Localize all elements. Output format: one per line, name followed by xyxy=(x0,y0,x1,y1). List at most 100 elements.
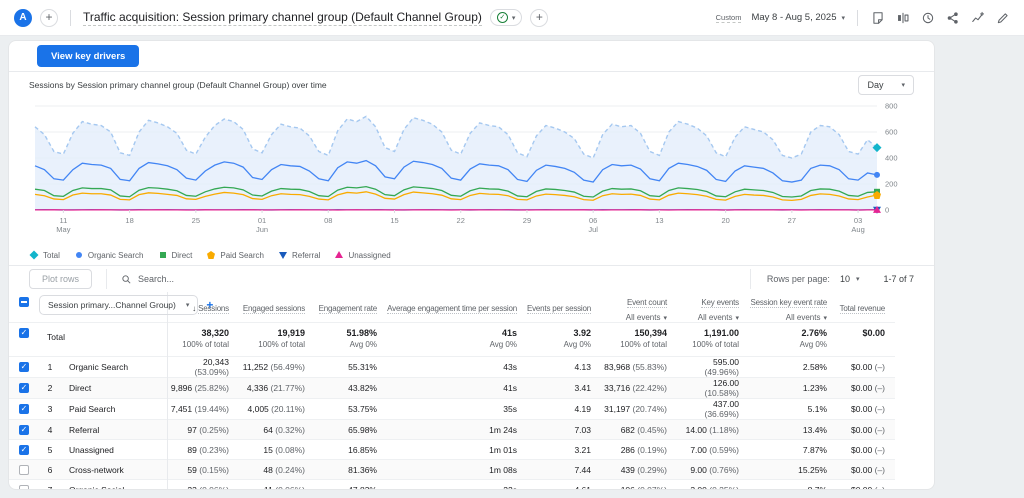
report-title[interactable]: Traffic acquisition: Session primary cha… xyxy=(83,10,482,26)
column-label[interactable]: Session key event rate xyxy=(750,298,827,308)
total-subtext: 100% of total xyxy=(239,340,305,349)
cell: 1m 24s xyxy=(387,420,527,440)
cell: 23 (0.06%) xyxy=(167,480,239,491)
column-label[interactable]: Total revenue xyxy=(840,304,885,314)
edit-icon[interactable] xyxy=(995,10,1010,25)
row-number: 6 xyxy=(39,460,61,480)
cell: 9.00 (0.76%) xyxy=(677,460,749,480)
clock-icon[interactable] xyxy=(920,10,935,25)
search-input[interactable] xyxy=(138,274,358,284)
cell: 682 (0.45%) xyxy=(601,420,677,440)
percent-of-total: (0.19%) xyxy=(637,445,667,455)
total-cell: 19,919100% of total xyxy=(239,323,315,357)
table-row-referral: ✓4Referral97 (0.25%)64 (0.32%)65.98%1m 2… xyxy=(9,420,895,440)
insights-icon[interactable] xyxy=(970,10,985,25)
triangle-down-icon xyxy=(278,250,288,260)
total-cell: 3.92Avg 0% xyxy=(527,323,601,357)
date-range-picker[interactable]: May 8 - Aug 5, 2025 ▾ xyxy=(751,12,845,23)
total-subtext: Avg 0% xyxy=(387,340,517,349)
marker-square xyxy=(160,252,166,258)
analytics-avatar[interactable]: A xyxy=(14,9,32,27)
row-checkbox[interactable] xyxy=(19,485,29,490)
percent-of-total: (–) xyxy=(875,465,885,475)
report-status-badge[interactable]: ✓ ▾ xyxy=(490,9,523,26)
column-header-events-per-session[interactable]: Events per session xyxy=(527,292,601,323)
column-label[interactable]: Key events xyxy=(701,298,739,308)
x-axis-label: 01 xyxy=(258,216,266,225)
percent-of-total: (0.24%) xyxy=(275,465,305,475)
total-checkbox[interactable]: ✓ xyxy=(19,328,29,338)
triangle-up-icon xyxy=(334,250,344,260)
cell: $0.00 (–) xyxy=(837,399,895,420)
share-icon[interactable] xyxy=(945,10,960,25)
percent-of-total: (22.42%) xyxy=(633,383,668,393)
row-number: 2 xyxy=(39,378,61,399)
column-header-engagement-rate[interactable]: Engagement rate xyxy=(315,292,387,323)
column-header-event-count[interactable]: Event count All events▾ xyxy=(601,292,677,323)
table-row-organic-search: ✓1Organic Search20,343 (53.09%)11,252 (5… xyxy=(9,357,895,378)
view-key-drivers-button[interactable]: View key drivers xyxy=(37,45,139,67)
cell: 2.58% xyxy=(749,357,837,378)
cell: 47.83% xyxy=(315,480,387,491)
column-label[interactable]: Engaged sessions xyxy=(243,304,305,314)
metric-filter[interactable]: All events▾ xyxy=(601,313,667,322)
cell: 16.85% xyxy=(315,440,387,460)
rows-per-page-select[interactable]: 10 xyxy=(840,274,850,284)
x-axis-label: 29 xyxy=(523,216,531,225)
select-all-checkbox[interactable] xyxy=(19,297,29,307)
row-checkbox[interactable]: ✓ xyxy=(19,362,29,372)
row-checkbox[interactable]: ✓ xyxy=(19,404,29,414)
metric-filter[interactable]: All events▾ xyxy=(749,313,827,322)
percent-of-total: (21.77%) xyxy=(271,383,306,393)
row-checkbox[interactable]: ✓ xyxy=(19,383,29,393)
row-checkbox[interactable] xyxy=(19,465,29,475)
sessions-chart-svg: 020040060080011May182501Jun0815222906Jul… xyxy=(29,98,916,244)
total-value: 2.76% xyxy=(749,328,827,338)
column-label[interactable]: Event count xyxy=(627,298,667,308)
percent-of-total: (36.69%) xyxy=(705,409,740,419)
percent-of-total: (0.59%) xyxy=(709,445,739,455)
divider xyxy=(70,10,71,26)
percent-of-total: (56.49%) xyxy=(271,362,306,372)
column-header-average-engagement-time-per-session[interactable]: Average engagement time per session xyxy=(387,292,527,323)
dimension-selector[interactable]: Session primary...Channel Group)▾ xyxy=(39,295,198,315)
add-tab-button[interactable]: + xyxy=(40,9,58,27)
cell: 4.19 xyxy=(527,399,601,420)
percent-of-total: (20.11%) xyxy=(271,404,305,414)
note-icon[interactable] xyxy=(870,10,885,25)
table-row-cross-network: 6Cross-network59 (0.15%)48 (0.24%)81.36%… xyxy=(9,460,895,480)
column-label[interactable]: Engagement rate xyxy=(319,304,377,314)
column-header-engaged-sessions[interactable]: Engaged sessions xyxy=(239,292,315,323)
x-axis-month-label: May xyxy=(56,225,70,234)
column-header-total-revenue[interactable]: Total revenue xyxy=(837,292,895,323)
percent-of-total: (–) xyxy=(875,425,885,435)
y-axis-label: 400 xyxy=(885,154,898,163)
cell: 81.36% xyxy=(315,460,387,480)
row-checkbox[interactable]: ✓ xyxy=(19,445,29,455)
chevron-down-icon: ▾ xyxy=(901,81,905,89)
granularity-select[interactable]: Day ▾ xyxy=(858,75,914,95)
column-label[interactable]: Sessions xyxy=(198,304,229,314)
divider xyxy=(857,10,858,26)
row-checkbox[interactable]: ✓ xyxy=(19,425,29,435)
column-label[interactable]: Events per session xyxy=(527,304,591,314)
legend-item-organic-search: Organic Search xyxy=(74,250,144,260)
plot-rows-button[interactable]: Plot rows xyxy=(29,269,92,289)
add-report-button[interactable]: + xyxy=(530,9,548,27)
metric-filter[interactable]: All events▾ xyxy=(677,313,739,322)
cell: 59 (0.15%) xyxy=(167,460,239,480)
chevron-down-icon: ▾ xyxy=(735,315,739,322)
legend-item-unassigned: Unassigned xyxy=(334,250,390,260)
channel-name: Organic Social xyxy=(61,480,167,491)
cell: 14.00 (1.18%) xyxy=(677,420,749,440)
report-card: View key drivers Sessions by Session pri… xyxy=(8,40,935,490)
marker-triangle-up xyxy=(335,251,343,258)
column-label[interactable]: Average engagement time per session xyxy=(387,304,517,314)
chevron-down-icon[interactable]: ▾ xyxy=(856,275,860,283)
granularity-value: Day xyxy=(867,80,883,90)
column-header-key-events[interactable]: Key events All events▾ xyxy=(677,292,749,323)
comparison-icon[interactable] xyxy=(895,10,910,25)
column-header-session-key-event-rate[interactable]: Session key event rate All events▾ xyxy=(749,292,837,323)
cell: $0.00 (–) xyxy=(837,440,895,460)
chart-title: Sessions by Session primary channel grou… xyxy=(29,80,327,90)
